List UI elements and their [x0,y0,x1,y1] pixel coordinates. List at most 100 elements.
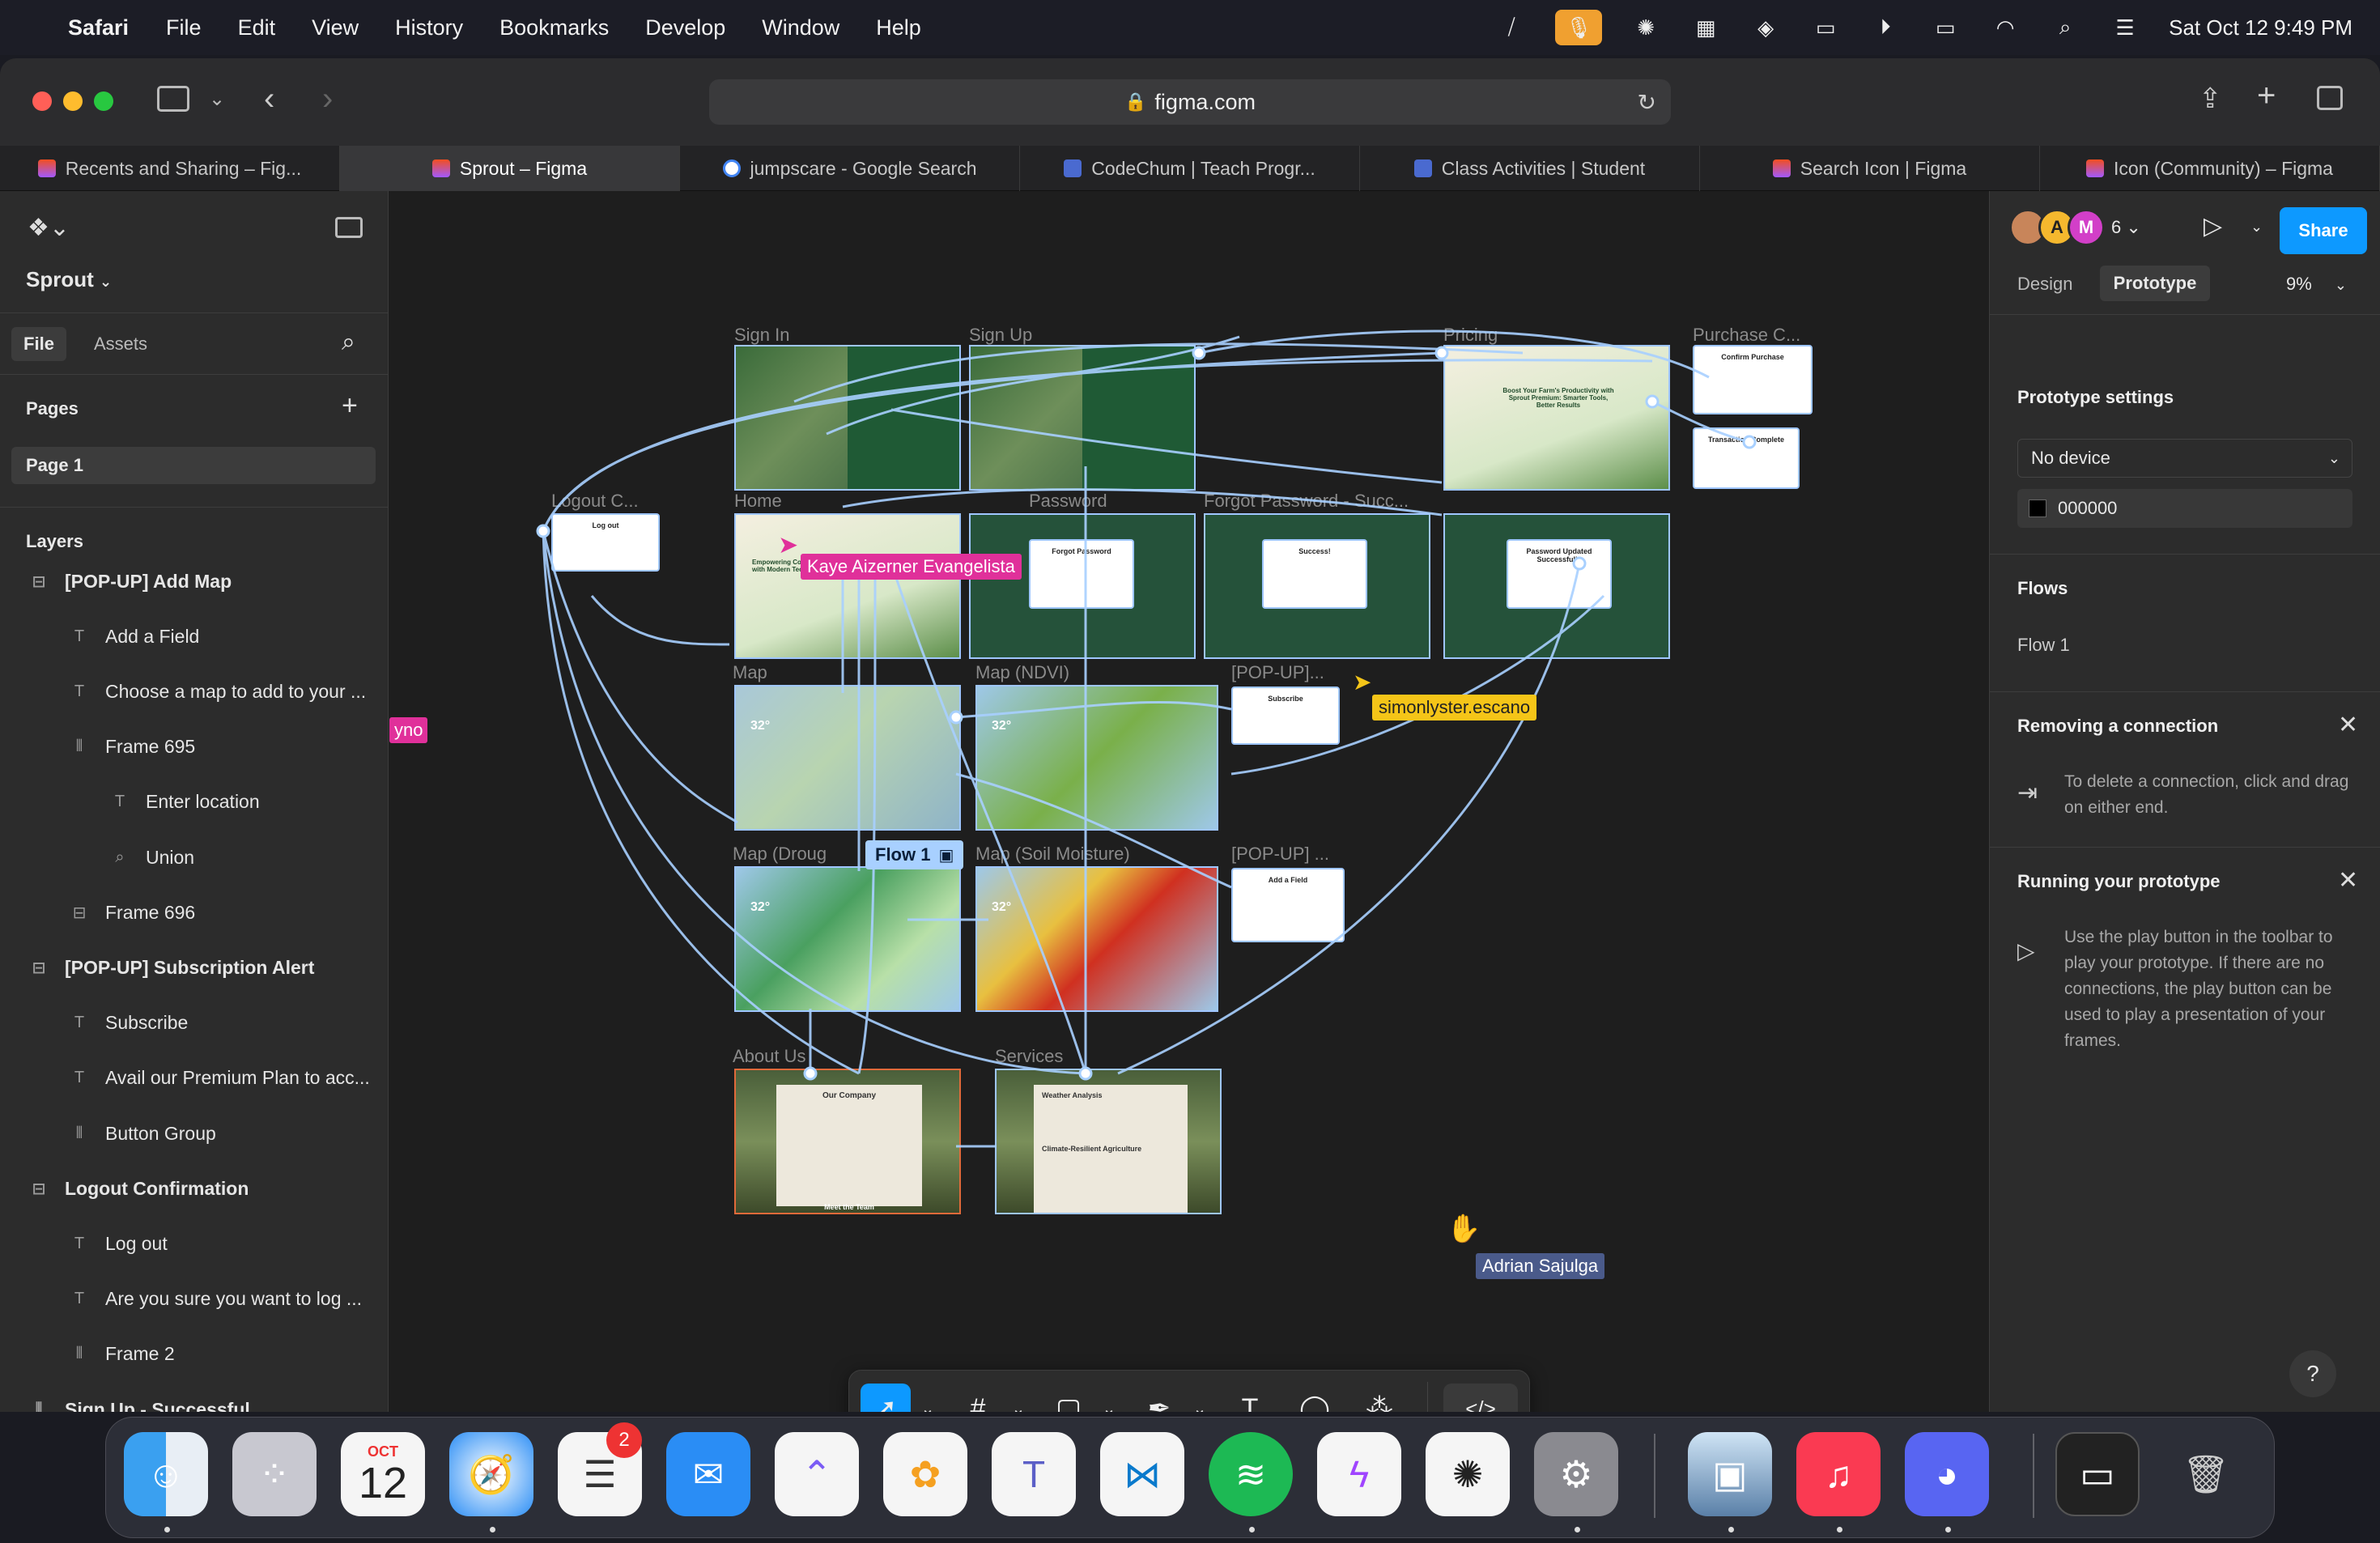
minimize-window-button[interactable] [63,91,83,111]
connection-line[interactable] [1198,329,1710,379]
connection-handle[interactable] [1192,346,1206,360]
teams-icon[interactable]: T [992,1432,1076,1516]
layer-item[interactable]: T Choose a map to add to your ... [0,675,389,708]
chevron-down-icon[interactable]: ⌄ [1188,1384,1212,1413]
close-window-button[interactable] [32,91,52,111]
connection-line[interactable] [590,595,730,646]
chatgpt-icon[interactable]: ✺ [1426,1432,1510,1516]
new-tab-icon[interactable]: + [2257,78,2276,114]
launchpad-icon[interactable]: ⁘ [232,1432,317,1516]
mail-icon[interactable]: ✉ [666,1432,750,1516]
tab-assets[interactable]: Assets [94,334,147,355]
layer-item[interactable]: ⊟ [POP-UP] Add Map [0,565,389,597]
finder-icon[interactable]: ☺ [124,1432,208,1516]
avatar[interactable]: M [2068,209,2105,246]
help-button[interactable]: ? [2289,1350,2336,1397]
reload-icon[interactable]: ↻ [1638,89,1656,116]
flow-present-icon[interactable]: ▣ [938,845,954,865]
menubar-datetime[interactable]: Sat Oct 12 9:49 PM [2169,15,2352,40]
dev-mode-toggle-icon[interactable]: </> [1443,1384,1518,1412]
frame-tool-icon[interactable]: # [953,1384,1003,1413]
tab-sprout[interactable]: Sprout – Figma [340,146,680,191]
connection-line[interactable] [1230,594,1605,776]
panel-toggle-icon[interactable] [335,217,363,238]
layer-item[interactable]: ⫴ Frame 2 [0,1338,389,1371]
chevron-down-icon[interactable]: ⌄ [1006,1384,1031,1413]
color-swatch[interactable] [2029,499,2046,517]
connection-handle[interactable] [1434,346,1449,360]
connection-handle[interactable] [803,1066,818,1081]
menu-view[interactable]: View [312,15,359,40]
close-icon[interactable]: ✕ [2338,711,2358,739]
app-status-icon[interactable]: ◈ [1749,15,1782,40]
tab-design[interactable]: Design [2017,274,2072,295]
preview-icon[interactable]: ▣ [1688,1432,1772,1516]
control-center-icon[interactable]: ☰ [2109,15,2141,40]
menu-file[interactable]: File [166,15,202,40]
background-color-field[interactable]: 000000 [2017,489,2352,528]
tab-google[interactable]: jumpscare - Google Search [680,146,1020,191]
layer-item[interactable]: ⌕ Union [0,841,389,874]
move-tool-icon[interactable]: ➚ [861,1384,911,1412]
connection-line[interactable] [1117,563,1581,1075]
chevron-down-icon[interactable]: ⌄ [2250,219,2263,236]
device-select[interactable]: No device ⌄ [2017,439,2352,478]
layer-item[interactable]: ⊟ Logout Confirmation [0,1172,389,1205]
discord-icon[interactable]: ◕ [1905,1432,1989,1516]
share-button[interactable]: Share [2280,207,2367,254]
tab-codechum[interactable]: CodeChum | Teach Progr... [1020,146,1360,191]
sidebar-toggle-icon[interactable] [157,86,189,112]
tab-icon-community[interactable]: Icon (Community) – Figma [2040,146,2380,191]
flow-start-badge[interactable]: Flow 1 ▣ [865,840,964,869]
battery-icon[interactable]: ▭ [1929,15,1961,40]
text-tool-icon[interactable]: T [1225,1384,1275,1413]
maximize-window-button[interactable] [94,91,113,111]
add-page-icon[interactable]: + [342,390,358,422]
collaborator-count[interactable]: 6 ⌄ [2111,217,2141,238]
page-item[interactable]: Page 1 [11,447,376,484]
layer-item[interactable]: T Subscribe [0,1007,389,1039]
connection-line[interactable] [542,530,1086,1075]
tab-prototype[interactable]: Prototype [2100,266,2210,301]
chevron-down-icon[interactable]: ⌄ [916,1384,940,1413]
search-icon[interactable]: ⌕ [342,329,355,356]
color-hex-value[interactable]: 000000 [2058,498,2117,519]
chevron-down-icon[interactable]: ⌄ [209,87,225,111]
layer-item[interactable]: ⫴ Button Group [0,1117,389,1150]
connection-line[interactable] [890,563,1087,1074]
trash-icon[interactable]: 🗑 [2164,1432,2248,1516]
connection-line[interactable] [890,408,1443,484]
url-bar[interactable]: 🔒 figma.com ↻ [709,79,1671,125]
spotify-icon[interactable]: ≋ [1209,1432,1293,1516]
connection-handle[interactable] [536,524,550,538]
menu-help[interactable]: Help [876,15,921,40]
minimized-window-icon[interactable]: ▭ [2055,1432,2140,1516]
connection-line[interactable] [842,488,1443,516]
layer-item[interactable]: ⫴ Frame 695 [0,731,389,763]
layer-item[interactable]: ⫴ Sign Up - Successful [0,1393,389,1413]
connection-line[interactable] [542,530,860,1075]
tab-overview-icon[interactable] [2317,86,2343,110]
display-icon[interactable]: ▭ [1809,15,1842,40]
menu-develop[interactable]: Develop [645,15,725,40]
chatgpt-icon[interactable]: ✺ [1630,15,1662,40]
safari-icon[interactable]: 🧭 [449,1432,533,1516]
messenger-icon[interactable]: ϟ [1317,1432,1401,1516]
tab-file[interactable]: File [11,327,66,361]
menu-history[interactable]: History [395,15,463,40]
connection-line[interactable] [542,359,1653,532]
menu-window[interactable]: Window [762,15,839,40]
connection-line[interactable] [857,563,877,1074]
microphone-icon[interactable]: 🎙 [1555,10,1603,45]
prototype-connections[interactable] [389,191,1989,1412]
menu-edit[interactable]: Edit [238,15,276,40]
music-icon[interactable]: ♫ [1796,1432,1881,1516]
spotlight-search-icon[interactable]: ⌕ [2049,15,2081,40]
flow-item[interactable]: Flow 1 [2017,635,2070,656]
tab-class-activities[interactable]: Class Activities | Student [1360,146,1700,191]
connection-handle[interactable] [1078,1066,1093,1081]
menu-bookmarks[interactable]: Bookmarks [499,15,609,40]
keyboard-icon[interactable]: ▦ [1689,15,1722,40]
connection-handle[interactable] [949,710,963,725]
figma-canvas[interactable]: Sign In Sign Up Pricing Purchase C... Lo… [389,191,1989,1412]
